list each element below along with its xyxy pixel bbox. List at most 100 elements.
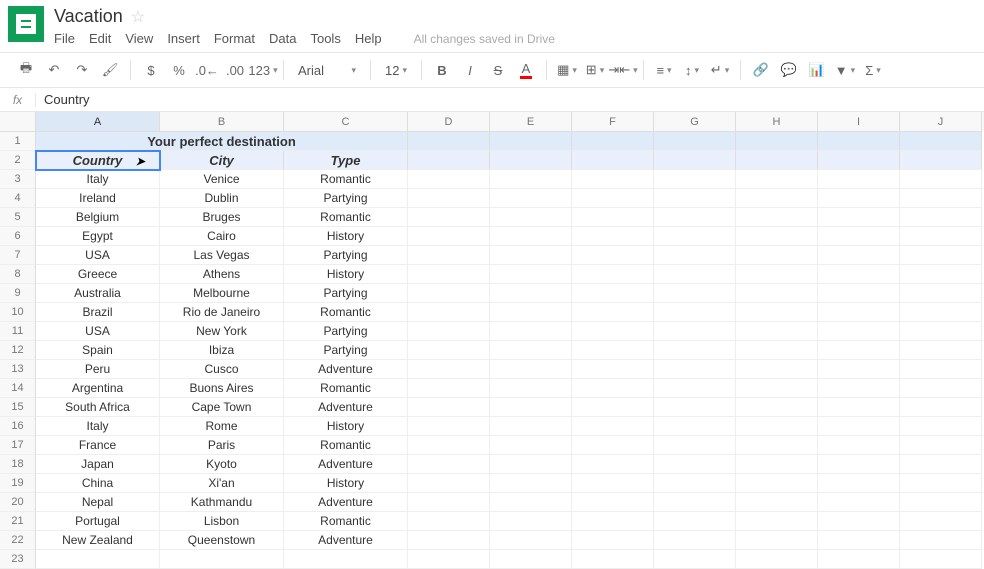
cell[interactable] [408,531,490,550]
cell[interactable] [900,360,982,379]
cell[interactable] [736,512,818,531]
sheets-logo[interactable] [8,6,44,42]
filter-icon[interactable]: ▼▾ [833,58,857,82]
cell[interactable] [572,303,654,322]
cell[interactable] [408,550,490,569]
cell[interactable] [408,227,490,246]
cell[interactable]: Type [284,151,408,170]
cell[interactable] [900,341,982,360]
cell[interactable]: Romantic [284,512,408,531]
font-size-select[interactable]: 12▾ [379,58,413,82]
cell[interactable] [818,170,900,189]
cell[interactable]: Argentina [36,379,160,398]
cell[interactable]: Adventure [284,493,408,512]
cell[interactable]: Ibiza [160,341,284,360]
cell[interactable] [408,512,490,531]
cell[interactable] [818,417,900,436]
cell[interactable] [572,493,654,512]
cell[interactable] [654,550,736,569]
paint-format-icon[interactable]: 🖌 [98,58,122,82]
row-header[interactable]: 20 [0,493,36,512]
cell[interactable] [572,132,654,151]
cell[interactable] [572,436,654,455]
cell[interactable] [572,265,654,284]
cell[interactable] [900,455,982,474]
cell[interactable] [490,151,572,170]
cell[interactable]: New York [160,322,284,341]
cell[interactable] [490,303,572,322]
cell[interactable] [490,417,572,436]
cell[interactable]: Adventure [284,360,408,379]
cell[interactable]: Rome [160,417,284,436]
cell[interactable] [818,398,900,417]
cell[interactable] [490,474,572,493]
cell[interactable] [572,360,654,379]
cell[interactable] [736,132,818,151]
column-header-C[interactable]: C [284,112,408,132]
cell[interactable] [818,360,900,379]
cell[interactable] [490,284,572,303]
row-header[interactable]: 7 [0,246,36,265]
cell[interactable] [654,341,736,360]
select-all-corner[interactable] [0,112,36,132]
cell[interactable] [736,493,818,512]
cell[interactable] [818,531,900,550]
cell[interactable] [572,246,654,265]
cell[interactable] [900,417,982,436]
row-header[interactable]: 12 [0,341,36,360]
cell[interactable]: Melbourne [160,284,284,303]
cell[interactable]: Romantic [284,170,408,189]
cell[interactable] [572,208,654,227]
cell[interactable] [900,132,982,151]
cell[interactable] [36,550,160,569]
row-header[interactable]: 19 [0,474,36,493]
row-header[interactable]: 9 [0,284,36,303]
cell[interactable] [736,170,818,189]
cell[interactable] [736,417,818,436]
row-header[interactable]: 15 [0,398,36,417]
print-icon[interactable]: 🖶 [14,58,38,82]
cell[interactable]: Italy [36,170,160,189]
column-header-I[interactable]: I [818,112,900,132]
cell[interactable] [736,322,818,341]
row-header[interactable]: 8 [0,265,36,284]
cell[interactable] [654,170,736,189]
row-header[interactable]: 14 [0,379,36,398]
cell[interactable]: Partying [284,246,408,265]
cell[interactable]: Partying [284,189,408,208]
percent-icon[interactable]: % [167,58,191,82]
cell[interactable] [818,151,900,170]
cell[interactable]: USA [36,246,160,265]
row-header[interactable]: 13 [0,360,36,379]
cell[interactable]: Queenstown [160,531,284,550]
cell[interactable] [818,455,900,474]
cell[interactable] [818,208,900,227]
cell[interactable]: Belgium [36,208,160,227]
cell[interactable] [490,341,572,360]
cell[interactable] [490,436,572,455]
cell[interactable]: Greece [36,265,160,284]
cell[interactable] [900,246,982,265]
cell[interactable]: Las Vegas [160,246,284,265]
cell[interactable] [408,303,490,322]
cell[interactable] [408,189,490,208]
cell[interactable] [818,436,900,455]
cell[interactable] [900,303,982,322]
row-header[interactable]: 21 [0,512,36,531]
cell[interactable] [490,246,572,265]
redo-icon[interactable]: ↷ [70,58,94,82]
cell[interactable] [160,550,284,569]
cell[interactable] [408,398,490,417]
cell[interactable] [736,531,818,550]
cell[interactable] [654,493,736,512]
italic-icon[interactable]: I [458,58,482,82]
cell[interactable] [900,151,982,170]
cell[interactable] [818,474,900,493]
cell[interactable] [408,379,490,398]
cell[interactable] [736,474,818,493]
cell[interactable] [900,531,982,550]
cell[interactable] [408,170,490,189]
cell[interactable] [572,341,654,360]
column-header-G[interactable]: G [654,112,736,132]
cell[interactable]: Paris [160,436,284,455]
